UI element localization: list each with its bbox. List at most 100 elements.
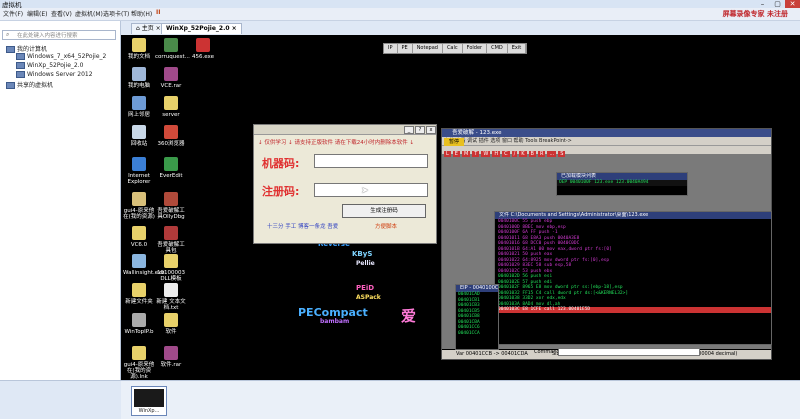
thumbnail-image [134, 389, 164, 407]
cmd-button[interactable]: CMD [487, 44, 508, 53]
desktop-icon[interactable]: WinTopIP.b [123, 313, 155, 335]
code-line[interactable]: 0040103C E8 1CFE call 123.00401E5D [498, 307, 771, 313]
desktop-icon[interactable]: 吾爱破解工具包 [155, 226, 187, 254]
desktop-icon[interactable]: 19100003 DLL模板 [155, 254, 187, 282]
disassembly-pane[interactable]: 0040100C 55 push ebp 0040100D 8BEC mov eb… [495, 219, 771, 313]
desktop-icon[interactable]: EverEdit [155, 157, 187, 179]
desktop-icon[interactable]: 网上邻居 [123, 96, 155, 118]
modules-titlebar: 已加载模块列表 [557, 173, 687, 180]
menu-edit[interactable]: 编辑(E) [27, 9, 47, 18]
close-button[interactable]: ✕ [785, 0, 800, 8]
desktop-icon[interactable]: Internet Explorer [123, 157, 155, 185]
tool-letter[interactable]: L [444, 151, 451, 157]
vm-tabbar: ⌂ 主页 × WinXp_52Pojie_2.0 × [121, 21, 800, 34]
keygen-notice: ↓ 仅供学习 ↓ 请支持正版软件 请在下载24小时内删除本软件 ↓ [258, 140, 415, 146]
menu-tabs[interactable]: 选项卡(T) [103, 9, 129, 18]
exit-button[interactable]: Exit [508, 44, 527, 53]
vm-thumbnail[interactable]: WinXp... [131, 386, 167, 416]
cpu-titlebar: 文件 C:\Documents and Settings\Administrat… [495, 212, 771, 219]
ip-button[interactable]: IP [384, 44, 398, 53]
desktop-icon[interactable]: 我的文档 [123, 38, 155, 60]
menu-vm[interactable]: 虚拟机(M) [75, 9, 103, 18]
thumbnail-label: WinXp... [138, 408, 160, 414]
wallpaper-word: Pellie [356, 260, 375, 267]
folder-icon [164, 96, 178, 110]
tool-letter[interactable]: E [452, 151, 460, 157]
window-controls: – ▢ ✕ [755, 0, 800, 8]
keygen-close-button[interactable]: x [426, 126, 436, 134]
eip-line[interactable]: 00401CCA [458, 331, 498, 337]
archive-icon [164, 67, 178, 81]
machine-code-field[interactable] [314, 154, 428, 168]
module-line[interactable]: OEP 0040100F 123.exe 123.0040A494 [557, 180, 687, 186]
keygen-help-button[interactable]: ? [415, 126, 425, 134]
menubar: 文件(F) 编辑(E) 查看(V) 虚拟机(M) 选项卡(T) 帮助(H) II… [0, 8, 800, 21]
status-var: Var 00401CCB -> 00401CDA [456, 351, 528, 357]
desktop-icon[interactable]: 新建文件夹 [123, 283, 155, 305]
vm-icon [16, 53, 25, 60]
keygen-links[interactable]: 十三分 手工 博客一条龙 吾爱 [267, 222, 338, 230]
generate-button[interactable]: 生成注册码 [342, 204, 426, 218]
app-icon [132, 254, 146, 268]
tree-my-computer[interactable]: 我的计算机 [6, 44, 47, 53]
menu-help[interactable]: 帮助(H) [131, 9, 152, 18]
pe-button[interactable]: PE [398, 44, 413, 53]
keygen-minimize-button[interactable]: _ [404, 126, 414, 134]
desktop-icon[interactable]: 回收站 [123, 125, 155, 147]
desktop-icon[interactable]: gui4-原来他在(我的资源) [123, 192, 155, 220]
minimize-button[interactable]: – [755, 0, 770, 8]
desktop-icon[interactable]: Wallinsight.exe [123, 254, 165, 276]
toolkit-icon [164, 226, 178, 240]
tool-letter[interactable]: W [481, 151, 491, 157]
desktop-icon[interactable]: gui4-原来他在(我的资源).lnk [123, 346, 155, 380]
tool-letter[interactable]: H [492, 151, 501, 157]
calc-button[interactable]: Calc [443, 44, 463, 53]
tool-letter[interactable]: R [537, 151, 546, 157]
desktop-icon[interactable]: corruquest... [155, 38, 190, 60]
notepad-button[interactable]: Notepad [413, 44, 443, 53]
tool-letter[interactable]: ... [547, 151, 557, 157]
folder-button[interactable]: Folder [463, 44, 488, 53]
folder-icon [164, 313, 178, 327]
tree-shared-vms[interactable]: 共享的虚拟机 [6, 80, 53, 89]
power-icon[interactable]: II [156, 9, 160, 16]
menu-view[interactable]: 查看(V) [51, 9, 72, 18]
tab-winxp[interactable]: WinXp_52Pojie_2.0 × [161, 23, 242, 34]
command-input[interactable] [558, 348, 700, 356]
maximize-button[interactable]: ▢ [770, 0, 785, 8]
keygen-titlebar: _ ? x [254, 125, 436, 135]
menu-file[interactable]: 文件(F) [3, 9, 23, 18]
shared-icon [6, 82, 15, 89]
tool-letter[interactable]: S [558, 151, 566, 157]
desktop-icon[interactable]: 360浏览器 [155, 125, 187, 147]
debugger-menubar[interactable]: 文件 查看 调试 插件 选项 窗口 帮助 Tools BreakPoint-> [442, 137, 771, 145]
tree-vm-server2012[interactable]: Windows Server 2012 [16, 71, 93, 78]
desktop-icon[interactable]: 新建 文本文档.txt [155, 283, 187, 311]
desktop-icon[interactable]: 456.exe [187, 38, 219, 60]
tool-letter[interactable]: C [502, 151, 510, 157]
desktop-icon[interactable]: server [155, 96, 187, 118]
tool-letter[interactable]: T [472, 151, 480, 157]
register-code-field[interactable] [314, 183, 428, 197]
eip-list[interactable]: 00401CAD 00401CB1 00401CB3 00401CB5 00401CB8… [456, 292, 498, 336]
tree-vm-win7[interactable]: Windows_7_x64_52Pojie_2 [16, 53, 106, 60]
internet-explorer-icon [132, 157, 146, 171]
tool-letter[interactable]: B [528, 151, 536, 157]
tab-close-icon[interactable]: × [232, 25, 237, 32]
desktop-icon[interactable]: VC6.0 [123, 226, 155, 248]
tool-letter[interactable]: K [519, 151, 527, 157]
desktop-icon[interactable]: 我的电脑 [123, 67, 155, 89]
search-icon: ⌕ [6, 31, 10, 38]
tree-vm-winxp[interactable]: WinXp_52Pojie_2.0 [16, 62, 83, 69]
network-icon [132, 96, 146, 110]
desktop-icon[interactable]: 吾爱破解工具OllyDbg [155, 192, 187, 220]
tool-letter[interactable]: M [461, 151, 471, 157]
desktop-icon[interactable]: 软件 [155, 313, 187, 335]
search-placeholder: 在此处键入内容进行搜索 [17, 33, 78, 39]
tool-letter[interactable]: / [511, 151, 518, 157]
tab-close-icon[interactable]: × [156, 25, 161, 32]
search-input[interactable]: ⌕ 在此处键入内容进行搜索 [2, 30, 116, 40]
archive-icon [164, 346, 178, 360]
desktop-icon[interactable]: VCE.rar [155, 67, 187, 89]
desktop-icon[interactable]: 软件.rar [155, 346, 187, 368]
